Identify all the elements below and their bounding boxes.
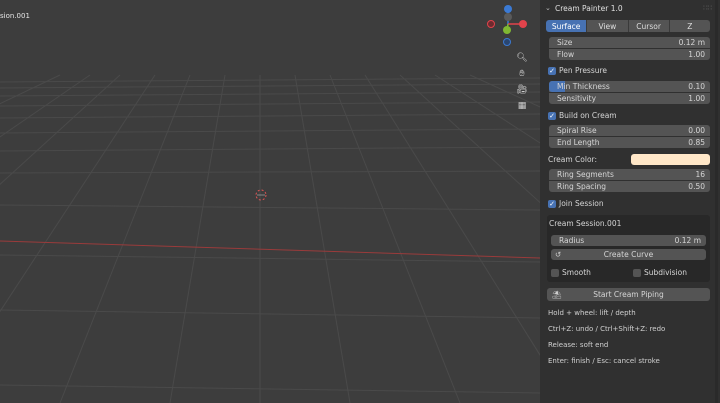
camera-view-icon[interactable]: 🎥︎: [515, 83, 529, 97]
pen-pressure-checkbox[interactable]: ✓ Pen Pressure: [548, 65, 607, 76]
create-curve-button[interactable]: ↺ Create Curve: [551, 249, 706, 260]
viewport-grid: [0, 74, 540, 403]
start-cream-piping-button[interactable]: ⛱︎ Start Cream Piping: [547, 288, 710, 301]
min-thickness-slider[interactable]: Min Thickness 0.10: [549, 81, 710, 92]
checkmark-icon: ✓: [548, 199, 556, 208]
checkbox-empty-icon: [633, 268, 641, 277]
panel-title: Cream Painter 1.0: [555, 3, 623, 13]
zoom-icon[interactable]: 🔍︎: [515, 51, 529, 65]
3d-viewport[interactable]: sion.001 🔍︎ ✋︎ 🎥︎ ▦: [0, 0, 540, 403]
smooth-checkbox[interactable]: Smooth: [551, 267, 591, 278]
spiral-rise-field[interactable]: Spiral Rise 0.00: [549, 125, 710, 136]
hint-undo-redo: Ctrl+Z: undo / Ctrl+Shift+Z: redo: [548, 325, 666, 333]
curve-icon: ↺: [555, 250, 562, 259]
build-on-cream-checkbox[interactable]: ✓ Build on Cream: [548, 110, 617, 121]
drag-handle-icon[interactable]: ∷∷: [703, 4, 712, 12]
tab-surface[interactable]: Surface: [546, 20, 588, 32]
checkbox-empty-icon: [551, 268, 559, 277]
ring-segments-field[interactable]: Ring Segments 16: [549, 169, 710, 180]
join-session-checkbox[interactable]: ✓ Join Session: [548, 198, 604, 209]
tab-cursor[interactable]: Cursor: [628, 20, 670, 32]
chevron-down-icon: ⌄: [545, 4, 551, 12]
tab-z[interactable]: Z: [669, 20, 710, 32]
radius-field[interactable]: Radius 0.12 m: [551, 235, 706, 246]
pan-hand-icon[interactable]: ✋︎: [515, 67, 529, 81]
subdivision-checkbox[interactable]: Subdivision: [633, 267, 687, 278]
session-box: Cream Session.001 Radius 0.12 m ↺ Create …: [547, 215, 710, 282]
piping-bag-icon: ⛱︎: [552, 290, 562, 299]
cream-color-swatch[interactable]: [631, 154, 710, 165]
hint-lift-depth: Hold + wheel: lift / depth: [548, 309, 636, 317]
hint-release: Release: soft end: [548, 341, 609, 349]
grid-perspective-icon[interactable]: ▦: [515, 99, 529, 113]
object-name-label: sion.001: [0, 12, 30, 20]
panel-scrollbar[interactable]: [715, 0, 718, 403]
session-name: Cream Session.001: [549, 219, 622, 228]
panel-header[interactable]: ⌄ Cream Painter 1.0 ∷∷: [545, 2, 714, 14]
checkmark-icon: ✓: [548, 111, 556, 120]
hint-finish-cancel: Enter: finish / Esc: cancel stroke: [548, 357, 660, 365]
cream-color-label: Cream Color:: [548, 155, 598, 164]
tab-view[interactable]: View: [587, 20, 629, 32]
navigation-gizmo-icon[interactable]: [486, 2, 530, 48]
tab-bar: Surface View Cursor Z: [546, 20, 710, 32]
end-length-field[interactable]: End Length 0.85: [549, 137, 710, 148]
sidebar-panel: ⌄ Cream Painter 1.0 ∷∷ Surface View Curs…: [540, 0, 720, 403]
size-field[interactable]: Size 0.12 m: [549, 37, 710, 48]
checkmark-icon: ✓: [548, 66, 556, 75]
sensitivity-field[interactable]: Sensitivity 1.00: [549, 93, 710, 104]
ring-spacing-field[interactable]: Ring Spacing 0.50: [549, 181, 710, 192]
flow-field[interactable]: Flow 1.00: [549, 49, 710, 60]
